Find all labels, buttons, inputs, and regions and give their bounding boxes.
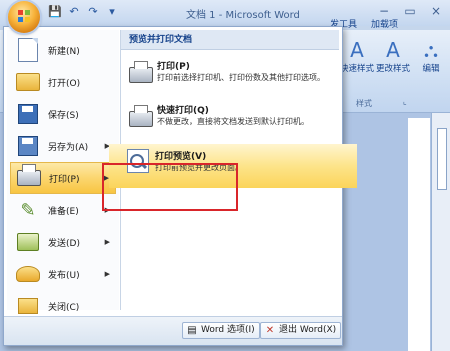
menu-item-send[interactable]: 发送(D) ▶ (10, 226, 116, 258)
submenu-arrow-icon: ▶ (104, 206, 110, 214)
quick-print-icon (129, 103, 153, 127)
word-options-label: Word 选项(I) (201, 325, 255, 335)
menu-item-label: 关闭(C) (48, 302, 80, 313)
submenu-item-title: 快速打印(Q) (157, 106, 209, 116)
styles-group-label: 样式 (356, 99, 372, 108)
quick-styles-label: 快速样式 (340, 64, 375, 74)
office-button[interactable] (8, 1, 40, 33)
redo-icon[interactable]: ↷ (86, 5, 100, 19)
menu-command-list: 新建(N) 打开(O) 保存(S) 另存为(A) ▶ 打印(P) ▶ ✎ 准备(… (7, 30, 119, 314)
printer-icon (129, 59, 153, 83)
menu-item-label: 保存(S) (48, 110, 79, 121)
minimize-button[interactable]: − (376, 4, 392, 18)
submenu-arrow-icon: ▶ (104, 238, 110, 246)
change-styles-button[interactable]: A 更改样式 (376, 38, 410, 74)
submenu-item-quick-print[interactable]: 快速打印(Q) 不做更改，直接将文档发送到默认打印机。 (123, 98, 337, 142)
change-styles-label: 更改样式 (376, 64, 411, 74)
send-icon (16, 230, 40, 254)
vertical-scrollbar[interactable] (431, 113, 450, 351)
menu-item-save-as[interactable]: 另存为(A) ▶ (10, 130, 116, 162)
menu-item-open[interactable]: 打开(O) (10, 66, 116, 98)
customize-icon[interactable]: ▾ (105, 5, 119, 19)
save-disk-icon (16, 102, 40, 126)
submenu-item-description: 打印前预览并更改页面。 (155, 163, 243, 172)
quick-styles-icon: A (350, 38, 364, 62)
print-preview-icon (127, 149, 151, 173)
menu-item-print[interactable]: 打印(P) ▶ (10, 162, 116, 194)
submenu-item-description: 不做更改，直接将文档发送到默认打印机。 (157, 117, 309, 126)
scrollbar-thumb[interactable] (437, 128, 447, 190)
submenu-item-description: 打印前选择打印机、打印份数及其他打印选项。 (157, 73, 325, 82)
submenu-header: 预览并打印文档 (121, 30, 339, 50)
submenu-item-print[interactable]: 打印(P) 打印前选择打印机、打印份数及其他打印选项。 (123, 54, 337, 98)
menu-item-label: 准备(E) (48, 206, 79, 217)
menu-item-label: 另存为(A) (48, 142, 89, 153)
menu-item-save[interactable]: 保存(S) (10, 98, 116, 130)
new-document-icon (16, 38, 40, 62)
save-icon[interactable]: 💾 (48, 5, 62, 19)
menu-item-label: 打开(O) (48, 78, 81, 89)
exit-word-label: 退出 Word(X) (279, 325, 337, 335)
close-document-icon (16, 294, 40, 318)
submenu-item-title: 打印预览(V) (155, 152, 207, 162)
options-icon: ▤ (187, 324, 197, 336)
binoculars-icon: ⛬ (424, 38, 438, 62)
dialog-launcher-icon[interactable]: ⌞ (403, 97, 407, 106)
quick-access-toolbar: 💾 ↶ ↷ ▾ (48, 5, 119, 19)
window-controls: − ▭ × (376, 4, 444, 18)
print-submenu: 预览并打印文档 打印(P) 打印前选择打印机、打印份数及其他打印选项。 快速打印… (109, 30, 357, 310)
menu-footer: ▤ Word 选项(I) ✕ 退出 Word(X) (4, 316, 342, 345)
tab-addins[interactable]: 加载项 (371, 17, 398, 30)
office-menu: 新建(N) 打开(O) 保存(S) 另存为(A) ▶ 打印(P) ▶ ✎ 准备(… (3, 26, 357, 346)
publish-icon (16, 262, 40, 286)
editing-button[interactable]: ⛬ 编辑 (414, 38, 448, 74)
change-styles-icon: A (386, 38, 400, 62)
maximize-button[interactable]: ▭ (402, 4, 418, 18)
menu-item-publish[interactable]: 发布(U) ▶ (10, 258, 116, 290)
menu-item-label: 打印(P) (49, 174, 80, 185)
menu-item-prepare[interactable]: ✎ 准备(E) ▶ (10, 194, 116, 226)
menu-item-label: 发送(D) (48, 238, 80, 249)
exit-icon: ✕ (265, 324, 275, 336)
undo-icon[interactable]: ↶ (67, 5, 81, 19)
exit-word-button[interactable]: ✕ 退出 Word(X) (260, 322, 342, 339)
menu-item-new[interactable]: 新建(N) (10, 34, 116, 66)
quick-styles-button[interactable]: A 快速样式 (340, 38, 374, 74)
save-as-icon (16, 134, 40, 158)
office-logo-icon (18, 10, 30, 22)
submenu-item-print-preview[interactable]: 打印预览(V) 打印前预览并更改页面。 (109, 144, 357, 188)
word-options-button[interactable]: ▤ Word 选项(I) (182, 322, 260, 339)
submenu-item-title: 打印(P) (157, 62, 190, 72)
document-page[interactable] (408, 118, 430, 351)
printer-icon (17, 164, 41, 190)
window-title: 文档 1 - Microsoft Word (186, 10, 300, 21)
prepare-icon: ✎ (20, 199, 36, 221)
open-folder-icon (16, 70, 40, 94)
submenu-arrow-icon: ▶ (104, 270, 110, 278)
close-window-button[interactable]: × (428, 4, 444, 18)
editing-label: 编辑 (422, 64, 440, 74)
menu-item-label: 发布(U) (48, 270, 80, 281)
menu-item-label: 新建(N) (48, 46, 80, 57)
